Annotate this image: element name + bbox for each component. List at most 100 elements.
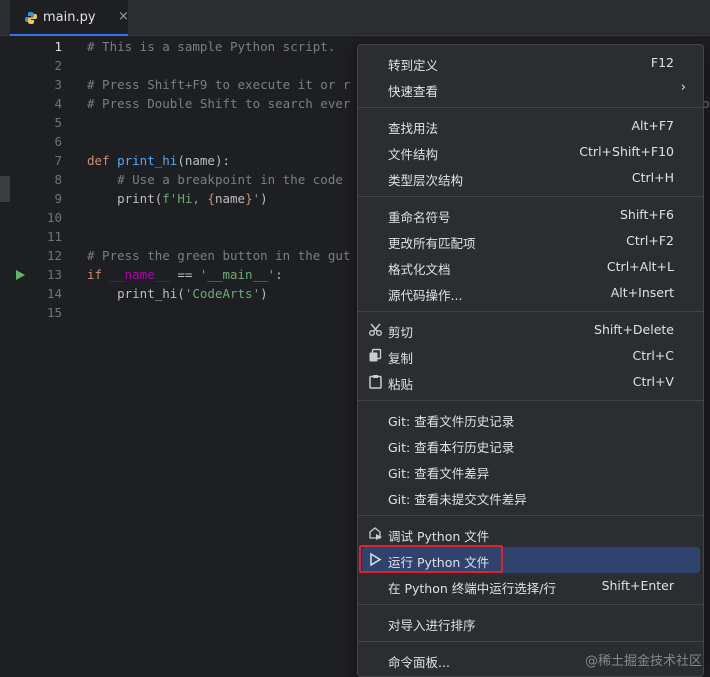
run-gutter-icon[interactable] xyxy=(14,269,26,281)
menu-item-run-python-file[interactable]: 运行 Python 文件 xyxy=(362,547,700,573)
menu-item-shortcut: F12 xyxy=(650,55,674,70)
menu-item-sort-imports[interactable]: 对导入进行排序 xyxy=(362,610,700,636)
menu-item-label: 更改所有匹配项 xyxy=(388,236,476,251)
code-text: # Press the green button in the gut xyxy=(87,246,350,265)
line-number: 12 xyxy=(46,248,62,263)
menu-item-paste[interactable]: 粘贴 Ctrl+V xyxy=(362,369,700,395)
menu-item-find-usages[interactable]: 查找用法 Alt+F7 xyxy=(362,113,700,139)
menu-item-label: 重命名符号 xyxy=(388,210,451,225)
code-token: print( xyxy=(87,191,163,206)
code-token: '__main__' xyxy=(199,267,276,282)
menu-item-shortcut: Ctrl+H xyxy=(631,170,674,185)
menu-item-label: 命令面板... xyxy=(388,655,450,670)
editor-tab-bar: main.py × xyxy=(0,0,710,36)
line-number: 14 xyxy=(46,286,62,301)
code-token: def xyxy=(87,153,118,168)
code-token: print_hi( xyxy=(87,286,185,301)
menu-item-git-line-history[interactable]: Git: 查看本行历史记录 xyxy=(362,432,700,458)
line-number: 11 xyxy=(46,229,62,244)
menu-item-label: 源代码操作... xyxy=(388,288,463,303)
menu-item-git-uncommitted-diff[interactable]: Git: 查看未提交文件差异 xyxy=(362,484,700,510)
code-text: # Use a breakpoint in the code xyxy=(87,170,343,189)
code-token: == xyxy=(169,267,200,282)
menu-item-cut[interactable]: 剪切 Shift+Delete xyxy=(362,317,700,343)
menu-item-label: Git: 查看本行历史记录 xyxy=(388,440,515,455)
code-token: # Press Shift+F9 to execute it or r xyxy=(87,77,351,92)
tab-main-py[interactable]: main.py × xyxy=(10,0,129,36)
menu-item-format-document[interactable]: 格式化文档 Ctrl+Alt+L xyxy=(362,254,700,280)
menu-item-change-all-occurrences[interactable]: 更改所有匹配项 Ctrl+F2 xyxy=(362,228,700,254)
menu-item-label: 调试 Python 文件 xyxy=(388,529,490,544)
menu-item-go-to-definition[interactable]: 转到定义 F12 xyxy=(362,50,700,76)
menu-item-debug-python-file[interactable]: 调试 Python 文件 xyxy=(362,521,700,547)
menu-item-label: 剪切 xyxy=(388,325,414,340)
chevron-right-icon: › xyxy=(680,80,686,95)
tab-label: main.py xyxy=(43,10,96,25)
menu-item-label: 转到定义 xyxy=(388,58,439,73)
scissors-icon xyxy=(369,323,382,336)
line-number: 6 xyxy=(54,134,62,149)
menu-item-shortcut: Shift+Enter xyxy=(601,578,674,593)
code-token: { xyxy=(207,191,215,206)
code-token: ): xyxy=(214,153,231,168)
code-text: # Press Shift+F9 to execute it or r xyxy=(87,75,350,94)
context-menu: 转到定义 F12 快速查看 › 查找用法 Alt+F7 文件结构 Ctrl+Shift+F10… xyxy=(357,44,704,677)
menu-item-label: 复制 xyxy=(388,351,414,366)
menu-item-source-action[interactable]: 源代码操作... Alt+Insert xyxy=(362,280,700,306)
menu-item-label: Git: 查看未提交文件差异 xyxy=(388,492,527,507)
menu-separator xyxy=(358,641,703,642)
code-token: # This is a sample Python script. xyxy=(87,39,336,54)
menu-item-shortcut: Shift+F6 xyxy=(619,207,674,222)
menu-item-label: 格式化文档 xyxy=(388,262,451,277)
menu-item-label: Git: 查看文件历史记录 xyxy=(388,414,515,429)
menu-item-label: 快速查看 xyxy=(388,84,439,99)
menu-item-shortcut: Ctrl+Shift+F10 xyxy=(579,144,674,159)
code-text: print(f'Hi, {name}') xyxy=(87,189,268,208)
menu-item-shortcut: Ctrl+F2 xyxy=(626,233,674,248)
menu-item-copy[interactable]: 复制 Ctrl+C xyxy=(362,343,700,369)
line-number: 10 xyxy=(46,210,62,225)
menu-item-shortcut: Alt+Insert xyxy=(610,285,674,300)
menu-item-label: 查找用法 xyxy=(388,121,439,136)
menu-item-label: 粘贴 xyxy=(388,377,414,392)
code-text: # Press Double Shift to search ever xyxy=(87,94,350,113)
menu-item-git-file-history[interactable]: Git: 查看文件历史记录 xyxy=(362,406,700,432)
menu-separator xyxy=(358,196,703,197)
menu-item-rename-symbol[interactable]: 重命名符号 Shift+F6 xyxy=(362,202,700,228)
code-token: 'CodeArts' xyxy=(184,286,261,301)
menu-item-run-selection-in-terminal[interactable]: 在 Python 终端中运行选择/行 Shift+Enter xyxy=(362,573,700,599)
code-token: } xyxy=(245,191,253,206)
code-token: f'Hi, xyxy=(162,191,208,206)
code-token: ) xyxy=(260,191,268,206)
code-token: if xyxy=(87,267,110,282)
code-token: ' xyxy=(252,191,261,206)
close-tab-icon[interactable]: × xyxy=(118,9,129,25)
menu-item-git-file-diff[interactable]: Git: 查看文件差异 xyxy=(362,458,700,484)
menu-item-label: 运行 Python 文件 xyxy=(388,555,490,570)
line-number: 15 xyxy=(46,305,62,320)
code-text: def print_hi(name): xyxy=(87,151,230,170)
code-token: ) xyxy=(260,286,268,301)
menu-item-label: 对导入进行排序 xyxy=(388,618,476,633)
menu-item-type-hierarchy[interactable]: 类型层次结构 Ctrl+H xyxy=(362,165,700,191)
menu-item-shortcut: Alt+F7 xyxy=(631,118,674,133)
menu-item-peek[interactable]: 快速查看 › xyxy=(362,76,700,102)
menu-item-label: Git: 查看文件差异 xyxy=(388,466,490,481)
menu-item-file-structure[interactable]: 文件结构 Ctrl+Shift+F10 xyxy=(362,139,700,165)
code-token: ( xyxy=(177,153,185,168)
python-file-icon xyxy=(25,12,37,24)
code-text: print_hi('CodeArts') xyxy=(87,284,268,303)
line-number: 5 xyxy=(54,115,62,130)
line-number: 7 xyxy=(54,153,62,168)
copy-icon xyxy=(369,348,382,362)
code-token: name xyxy=(214,191,246,206)
line-number: 1 xyxy=(54,39,62,54)
menu-separator xyxy=(358,107,703,108)
debug-icon xyxy=(369,527,382,540)
code-text: # This is a sample Python script. xyxy=(87,37,335,56)
run-triangle-icon xyxy=(370,552,382,567)
menu-item-shortcut: Shift+Delete xyxy=(594,322,674,337)
menu-separator xyxy=(358,311,703,312)
line-number: 2 xyxy=(54,58,62,73)
